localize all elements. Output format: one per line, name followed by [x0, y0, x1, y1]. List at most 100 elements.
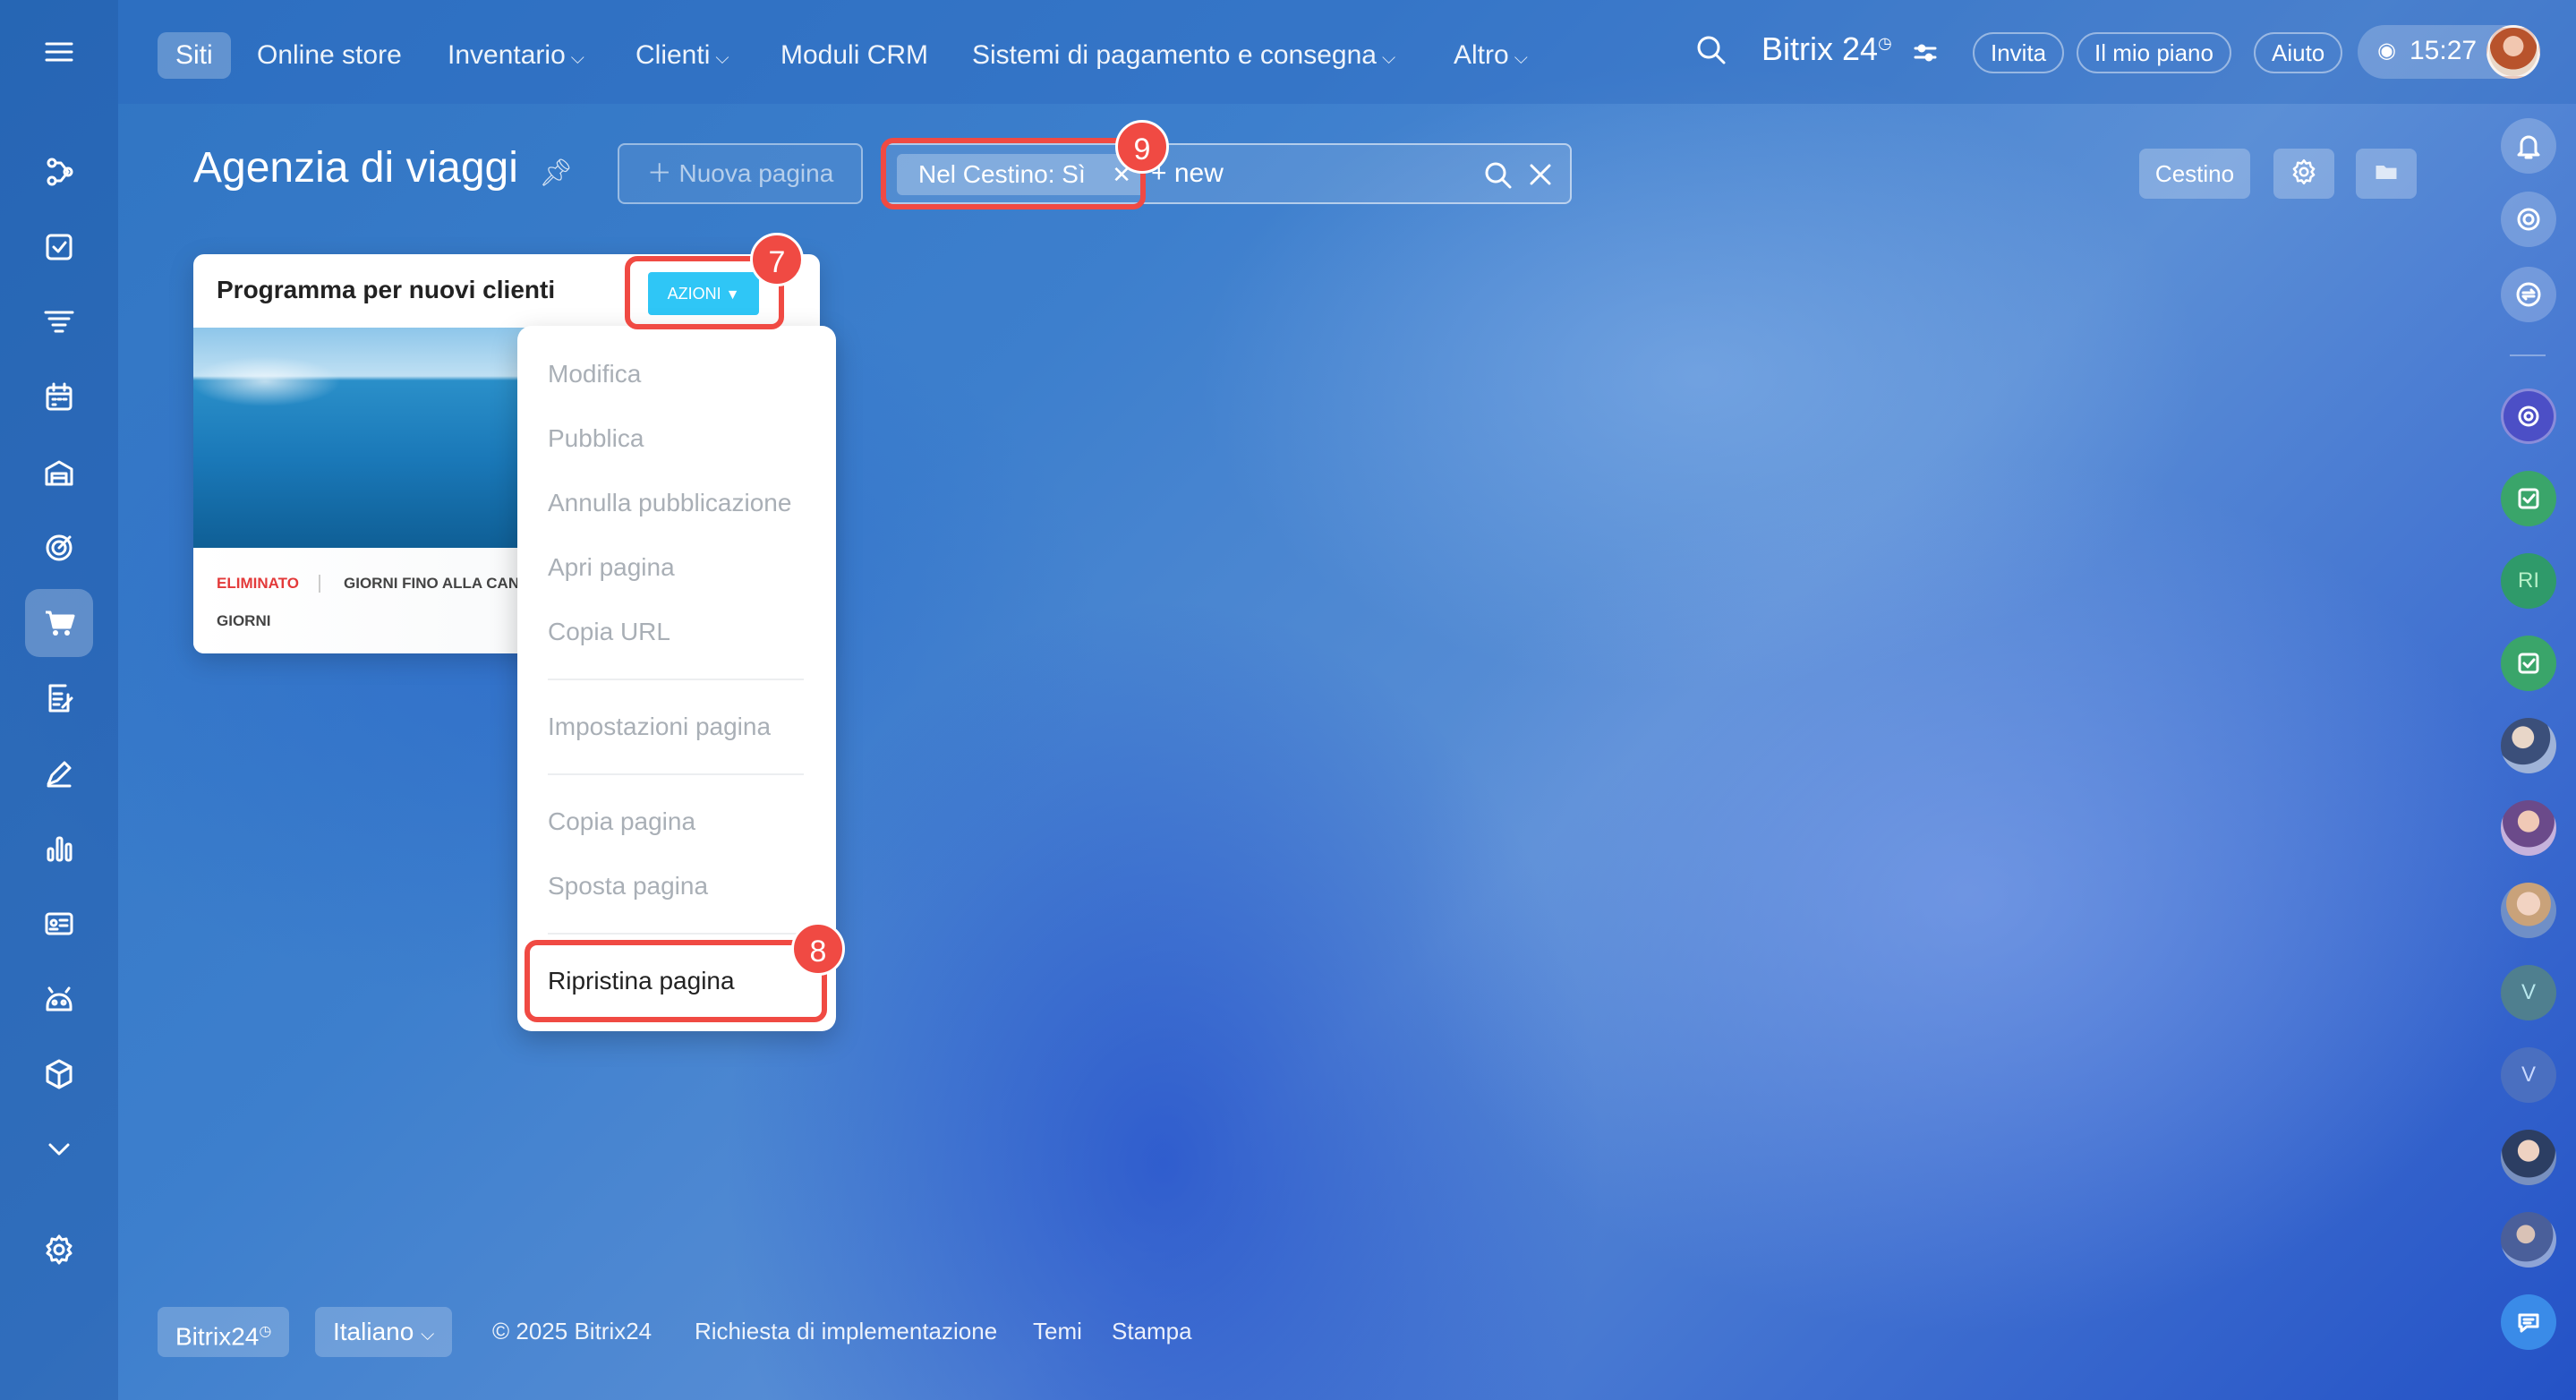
nav-label: Online store: [257, 40, 402, 70]
sliders-icon[interactable]: [1912, 39, 1939, 66]
nav-label: Moduli CRM: [780, 40, 929, 70]
menu-divider: [548, 773, 804, 775]
chevron-down-icon: ⌵: [1381, 48, 1396, 68]
page-title-text: Agenzia di viaggi: [193, 144, 518, 192]
divider: [319, 575, 320, 593]
clock-mark-icon: ◷: [1878, 34, 1892, 52]
menu-item-modifica[interactable]: Modifica: [548, 360, 641, 388]
days-unit-label: GIORNI: [217, 612, 271, 629]
trash-button[interactable]: Cestino: [2139, 149, 2250, 199]
folder-icon: [2373, 158, 2400, 190]
menu-item-copia-url[interactable]: Copia URL: [548, 618, 670, 646]
warehouse-icon[interactable]: [25, 439, 93, 507]
gear-icon: [2289, 157, 2319, 192]
nav-label: Altro: [1454, 40, 1509, 70]
highlight-restore-item: [525, 940, 827, 1022]
pen-icon[interactable]: [25, 739, 93, 807]
nav-label: Clienti: [635, 40, 711, 70]
menu-item-impostazioni-pagina[interactable]: Impostazioni pagina: [548, 713, 771, 741]
tasks-icon[interactable]: [25, 213, 93, 281]
my-plan-button[interactable]: Il mio piano: [2077, 32, 2231, 73]
copilot-icon[interactable]: [2501, 192, 2556, 247]
nav-moduli-crm[interactable]: Moduli CRM: [780, 32, 928, 79]
crm-icon[interactable]: [25, 138, 93, 206]
footer-link-implementation[interactable]: Richiesta di implementazione: [695, 1318, 997, 1345]
chevron-down-icon: ⌵: [715, 48, 729, 68]
bitrix-logo[interactable]: Bitrix 24◷: [1761, 30, 1892, 68]
nav-altro[interactable]: Altro ⌵: [1454, 32, 1528, 79]
user-avatar[interactable]: [2501, 1130, 2556, 1185]
menu-item-sposta-pagina[interactable]: Sposta pagina: [548, 872, 708, 901]
group-avatar[interactable]: [2501, 718, 2556, 773]
step-badge-7: 7: [750, 233, 804, 286]
group-avatar[interactable]: [2501, 1212, 2556, 1268]
bell-icon[interactable]: [2501, 118, 2556, 174]
chevron-down-icon[interactable]: [25, 1115, 93, 1183]
contact-card-icon[interactable]: [25, 890, 93, 958]
nav-siti[interactable]: Siti: [158, 32, 231, 79]
analytics-icon[interactable]: [25, 815, 93, 883]
nav-online-store[interactable]: Online store: [257, 32, 402, 79]
search-icon[interactable]: [1482, 159, 1514, 192]
folder-button[interactable]: [2356, 149, 2417, 199]
menu-divider: [548, 933, 804, 935]
clock-widget[interactable]: ◉ 15:27: [2358, 25, 2540, 79]
menu-item-annulla-pubblicazione[interactable]: Annulla pubblicazione: [548, 489, 791, 517]
nav-inventario[interactable]: Inventario ⌵: [448, 32, 584, 79]
invite-button[interactable]: Invita: [1973, 32, 2065, 73]
avatar-initials: V: [2521, 980, 2536, 1004]
days-remaining-label: GIORNI FINO ALLA CAN: [344, 575, 520, 592]
footer-brand-text: Bitrix24: [175, 1322, 260, 1351]
menu-item-pubblica[interactable]: Pubblica: [548, 424, 644, 453]
footer-link-themes[interactable]: Temi: [1033, 1318, 1082, 1345]
new-page-button[interactable]: ＋ Nuova pagina: [618, 143, 863, 204]
step-badge-9: 9: [1115, 120, 1169, 174]
logo-text: Bitrix 24: [1761, 30, 1879, 67]
chevron-down-icon: ⌵: [570, 48, 584, 68]
chat-bubble-icon[interactable]: [2501, 1294, 2556, 1350]
box-icon[interactable]: [25, 1040, 93, 1108]
chevron-down-icon: ⌵: [1514, 48, 1528, 68]
chat-avatar-v[interactable]: V: [2501, 1047, 2556, 1103]
avatar-initials: RI: [2518, 568, 2539, 593]
menu-icon[interactable]: [25, 18, 93, 86]
settings-button[interactable]: [2273, 149, 2334, 199]
document-edit-icon[interactable]: [25, 664, 93, 732]
status-badge: ELIMINATO: [217, 575, 299, 592]
task-chat-icon[interactable]: [2501, 471, 2556, 526]
assistant-icon[interactable]: [2501, 388, 2556, 444]
language-selector[interactable]: Italiano ⌵: [315, 1307, 453, 1357]
target-icon[interactable]: [25, 514, 93, 582]
task-chat-icon[interactable]: [2501, 636, 2556, 691]
help-button[interactable]: Aiuto: [2254, 32, 2343, 73]
step-badge-8: 8: [791, 922, 845, 976]
language-label: Italiano: [333, 1318, 414, 1345]
menu-item-apri-pagina[interactable]: Apri pagina: [548, 553, 675, 582]
footer-link-print[interactable]: Stampa: [1112, 1318, 1192, 1345]
right-sidebar: RI V V: [2479, 104, 2576, 1400]
cart-icon[interactable]: [25, 589, 93, 657]
pin-icon[interactable]: 📌︎: [539, 158, 573, 188]
highlight-filter-tag: [881, 138, 1146, 209]
calendar-icon[interactable]: [25, 363, 93, 431]
nav-clienti[interactable]: Clienti ⌵: [635, 32, 729, 79]
search-icon[interactable]: [1693, 32, 1729, 72]
menu-item-copia-pagina[interactable]: Copia pagina: [548, 807, 695, 836]
robot-icon[interactable]: [25, 965, 93, 1033]
user-avatar[interactable]: [2501, 800, 2556, 856]
sync-chat-icon[interactable]: [2501, 267, 2556, 322]
avatar[interactable]: [2486, 25, 2540, 79]
chevron-down-icon: ⌵: [421, 1325, 435, 1345]
clear-icon[interactable]: [1525, 159, 1556, 190]
divider: [2510, 354, 2546, 356]
page-title: Agenzia di viaggi 📌︎: [193, 143, 573, 192]
footer-brand[interactable]: Bitrix24◷: [158, 1307, 290, 1357]
clock-mark-icon: ◷: [259, 1324, 272, 1339]
actions-menu: Modifica Pubblica Annulla pubblicazione …: [517, 326, 836, 1031]
nav-sistemi-pagamento[interactable]: Sistemi di pagamento e consegna ⌵: [972, 32, 1395, 79]
user-avatar[interactable]: [2501, 883, 2556, 938]
gear-icon[interactable]: [25, 1216, 93, 1284]
chat-avatar-v[interactable]: V: [2501, 965, 2556, 1020]
chat-avatar-ri[interactable]: RI: [2501, 553, 2556, 609]
funnel-icon[interactable]: [25, 288, 93, 356]
